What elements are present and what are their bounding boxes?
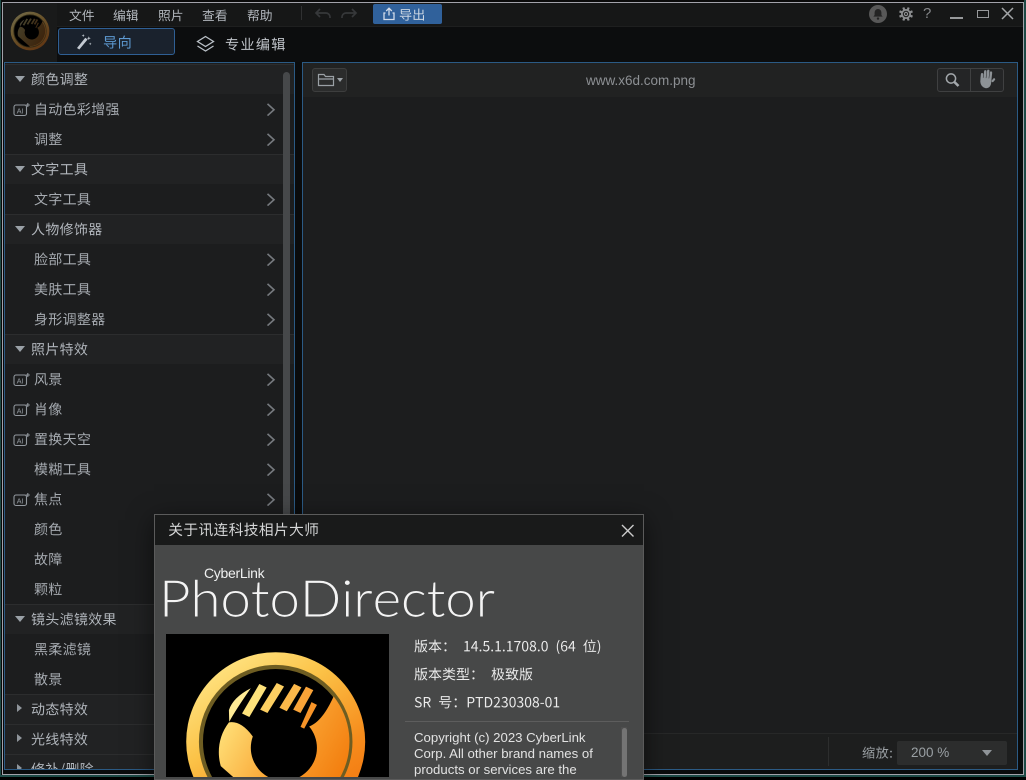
svg-text:AI: AI — [17, 406, 24, 415]
svg-text:AI: AI — [17, 436, 24, 445]
svg-text:AI: AI — [17, 496, 24, 505]
svg-text:AI: AI — [17, 376, 24, 385]
svg-text:AI: AI — [17, 106, 24, 115]
